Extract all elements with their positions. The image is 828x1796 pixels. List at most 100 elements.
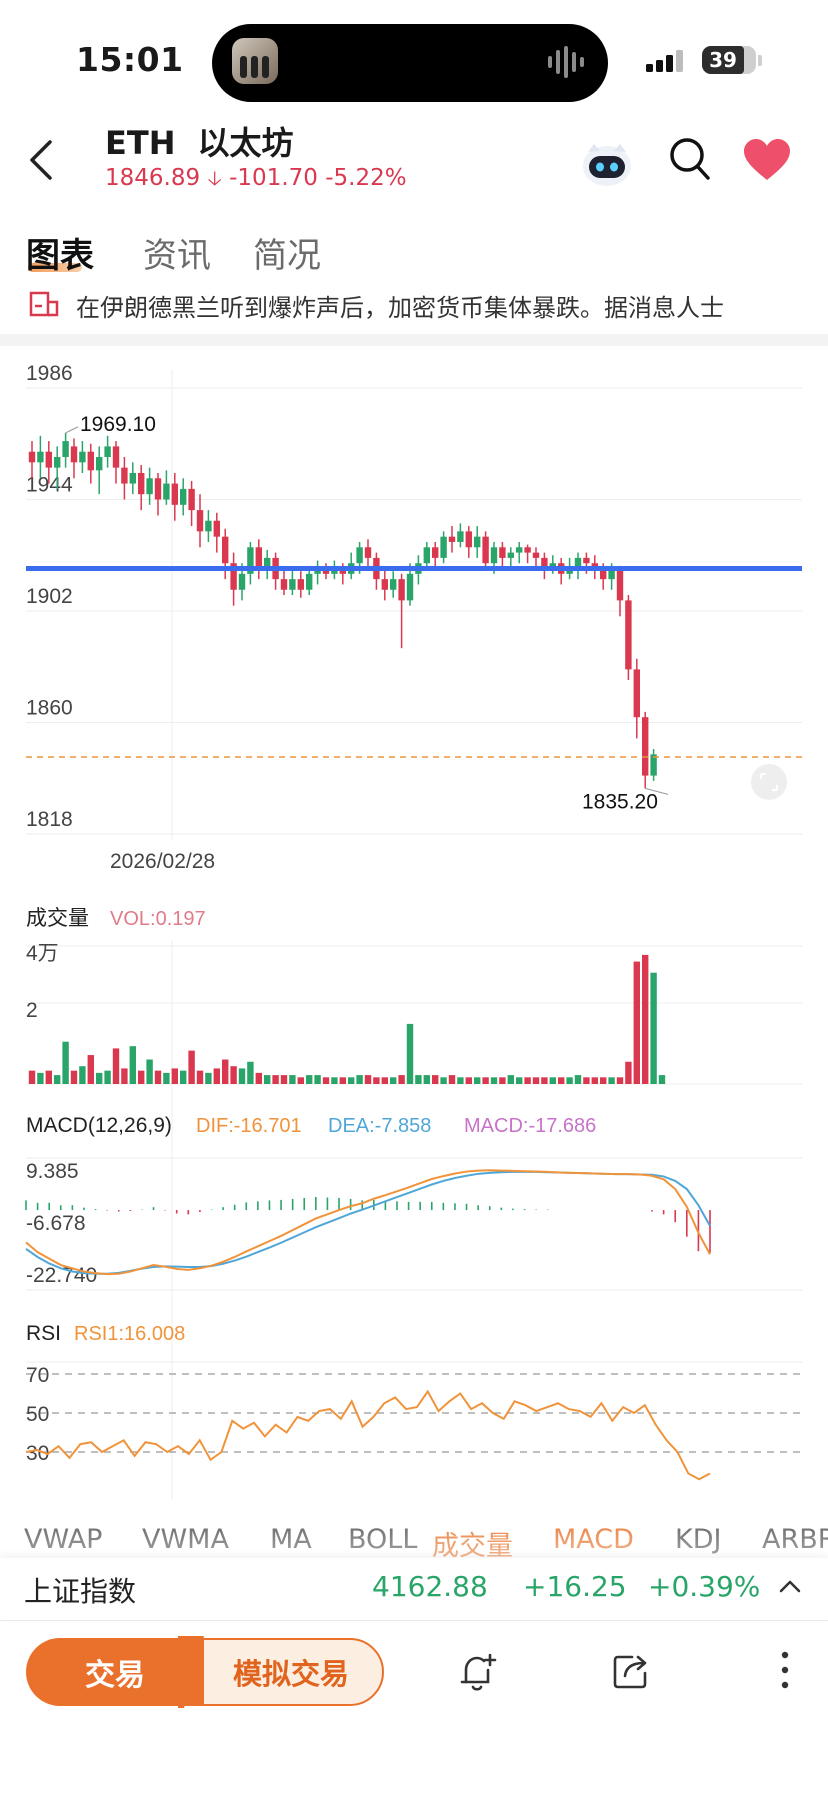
volume-bar: [558, 1077, 565, 1084]
macd-axis-label: -22.740: [26, 1264, 97, 1287]
battery-level: 39: [702, 46, 744, 74]
candle-body: [516, 547, 523, 553]
date-label: 2026/02/28: [110, 850, 215, 873]
volume-bar: [490, 1077, 498, 1084]
now-playing-thumbnail[interactable]: [232, 38, 278, 84]
volume-bar: [440, 1077, 447, 1084]
volume-bar: [79, 1066, 86, 1084]
volume-bar: [591, 1077, 598, 1084]
volume-bar: [54, 1075, 61, 1084]
candle-body: [171, 483, 178, 505]
indicator-macd[interactable]: MACD: [553, 1524, 634, 1555]
simulated-trade-button[interactable]: 模拟交易: [186, 1638, 384, 1706]
volume-bar: [356, 1075, 363, 1084]
share-icon[interactable]: [612, 1652, 650, 1690]
candle-body: [79, 451, 86, 463]
volume-bar: [616, 1077, 624, 1084]
candle-body: [625, 600, 632, 670]
volume-bar: [633, 961, 640, 1084]
more-options-icon[interactable]: [778, 1650, 792, 1690]
rsi-title: RSI: [26, 1322, 61, 1345]
macd-title: MACD(12,26,9): [26, 1114, 172, 1137]
volume-bar: [188, 1050, 195, 1084]
price-alert-bell-icon[interactable]: [458, 1652, 498, 1694]
volume-bar: [348, 1077, 355, 1084]
volume-bar: [297, 1077, 304, 1084]
candle-body: [616, 568, 624, 601]
page-title: ETH 以太坊: [105, 118, 293, 164]
candle-body: [432, 547, 439, 558]
candle-body: [390, 579, 397, 590]
volume-bar: [247, 1061, 254, 1084]
volume-bar: [532, 1077, 540, 1084]
macd-dea-legend: DEA:-7.858: [328, 1115, 431, 1137]
back-arrow-icon[interactable]: [28, 138, 56, 182]
macd-value-legend: MACD:-17.686: [464, 1115, 596, 1137]
news-headline[interactable]: 在伊朗德黑兰听到爆炸声后，加密货币集体暴跌。据消息人士: [76, 288, 816, 323]
low-label: 1835.20: [582, 790, 658, 813]
indicator-vwma[interactable]: VWMA: [142, 1524, 229, 1555]
volume-bar: [448, 1075, 456, 1084]
volume-bar: [650, 972, 657, 1084]
chevron-up-icon[interactable]: [778, 1578, 802, 1594]
candle-body: [104, 446, 111, 458]
indicator-vwap[interactable]: VWAP: [24, 1524, 102, 1555]
index-name: 上证指数: [24, 1575, 137, 1608]
volume-bar: [658, 1075, 666, 1084]
volume-legend: VOL:0.197: [110, 908, 206, 930]
price-change: -101.70: [229, 165, 318, 191]
volume-bar: [432, 1075, 439, 1084]
search-icon[interactable]: [668, 136, 712, 182]
volume-bar: [373, 1077, 380, 1084]
status-time: 15:01: [76, 40, 184, 79]
candle-body: [642, 717, 649, 776]
volume-bar: [104, 1070, 111, 1084]
candle-body: [482, 536, 489, 564]
volume-axis-label: 4万: [26, 942, 59, 965]
candle-body: [280, 579, 288, 590]
indicator-kdj[interactable]: KDJ: [675, 1524, 721, 1555]
price-chart[interactable]: 198619441902186018182026/02/281969.10183…: [0, 346, 828, 1506]
volume-bar: [574, 1075, 582, 1084]
volume-bar: [121, 1068, 128, 1084]
volume-bar: [154, 1070, 162, 1084]
candle-body: [70, 446, 78, 463]
volume-bar: [499, 1077, 506, 1084]
volume-bar: [474, 1077, 481, 1084]
volume-bar: [37, 1072, 44, 1084]
volume-bar: [516, 1077, 523, 1084]
volume-bar: [306, 1075, 313, 1084]
volume-bar: [339, 1077, 346, 1084]
price-axis-label: 1818: [26, 808, 73, 831]
indicator-arbr[interactable]: ARBR: [762, 1524, 828, 1555]
volume-bar: [45, 1070, 52, 1084]
volume-bar: [465, 1077, 472, 1084]
favorite-heart-icon[interactable]: [742, 138, 792, 182]
volume-bar: [541, 1077, 548, 1084]
candle-body: [474, 536, 481, 548]
tab-overview[interactable]: 简况: [253, 228, 321, 277]
candle-body: [96, 457, 103, 471]
candle-body: [54, 457, 61, 468]
candle-body: [129, 472, 136, 484]
rsi-line: [25, 1389, 711, 1481]
down-arrow-icon: 🡣: [207, 166, 222, 190]
indicator-ma[interactable]: MA: [270, 1524, 312, 1555]
tab-news[interactable]: 资讯: [143, 228, 211, 277]
robot-assistant-icon[interactable]: [578, 134, 636, 190]
price-axis-label: 1986: [26, 362, 73, 385]
volume-bar: [507, 1075, 514, 1084]
volume-bar: [213, 1068, 220, 1084]
index-change-pct: +0.39%: [648, 1570, 761, 1603]
macd-dif-legend: DIF:-16.701: [196, 1115, 302, 1137]
rsi-axis-label: 50: [26, 1403, 49, 1426]
index-change: +16.25: [523, 1570, 627, 1603]
tab-chart[interactable]: 图表: [26, 228, 94, 277]
candle-body: [524, 547, 531, 553]
volume-bar: [163, 1072, 170, 1084]
candle-body: [297, 579, 304, 590]
candle-body: [28, 451, 36, 463]
volume-axis-label: 2: [26, 999, 38, 1022]
indicator-boll[interactable]: BOLL: [348, 1524, 417, 1555]
volume-bar: [129, 1046, 136, 1084]
